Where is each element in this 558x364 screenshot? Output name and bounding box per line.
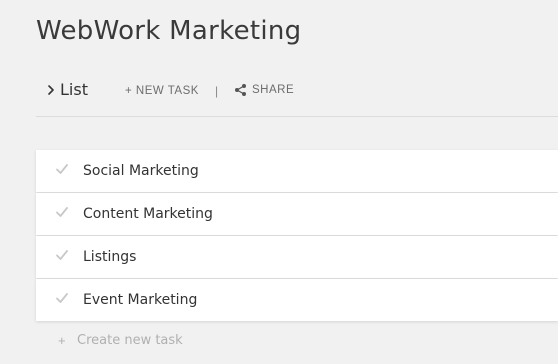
create-new-task-button[interactable]: + Create new task xyxy=(58,333,183,348)
chevron-right-icon xyxy=(48,84,54,95)
checkmark-icon[interactable] xyxy=(55,206,69,218)
task-name[interactable]: Listings xyxy=(83,249,136,265)
task-name[interactable]: Content Marketing xyxy=(83,206,213,222)
share-button[interactable]: SHARE xyxy=(234,83,294,97)
task-list: Social Marketing Content Marketing Listing… xyxy=(36,150,558,322)
toolbar-separator: | xyxy=(215,84,219,98)
project-title: WebWork Marketing xyxy=(36,16,302,46)
header-divider xyxy=(36,116,558,117)
task-row[interactable]: Social Marketing xyxy=(36,150,558,192)
share-icon xyxy=(235,84,246,96)
view-toggle-list[interactable]: List xyxy=(46,80,88,99)
plus-icon: + xyxy=(58,333,66,348)
task-row[interactable]: Content Marketing xyxy=(36,193,558,235)
share-label: SHARE xyxy=(252,84,295,96)
task-row[interactable]: Listings xyxy=(36,236,558,278)
create-task-label: Create new task xyxy=(77,333,183,348)
checkmark-icon[interactable] xyxy=(55,163,69,175)
checkmark-icon[interactable] xyxy=(55,292,69,304)
task-row[interactable]: Event Marketing xyxy=(36,279,558,321)
task-name[interactable]: Event Marketing xyxy=(83,292,197,308)
toolbar: List + NEW TASK | SHARE xyxy=(36,78,558,106)
task-name[interactable]: Social Marketing xyxy=(83,163,199,179)
checkmark-icon[interactable] xyxy=(55,249,69,261)
new-task-button[interactable]: + NEW TASK xyxy=(125,85,199,97)
view-label: List xyxy=(60,80,88,99)
